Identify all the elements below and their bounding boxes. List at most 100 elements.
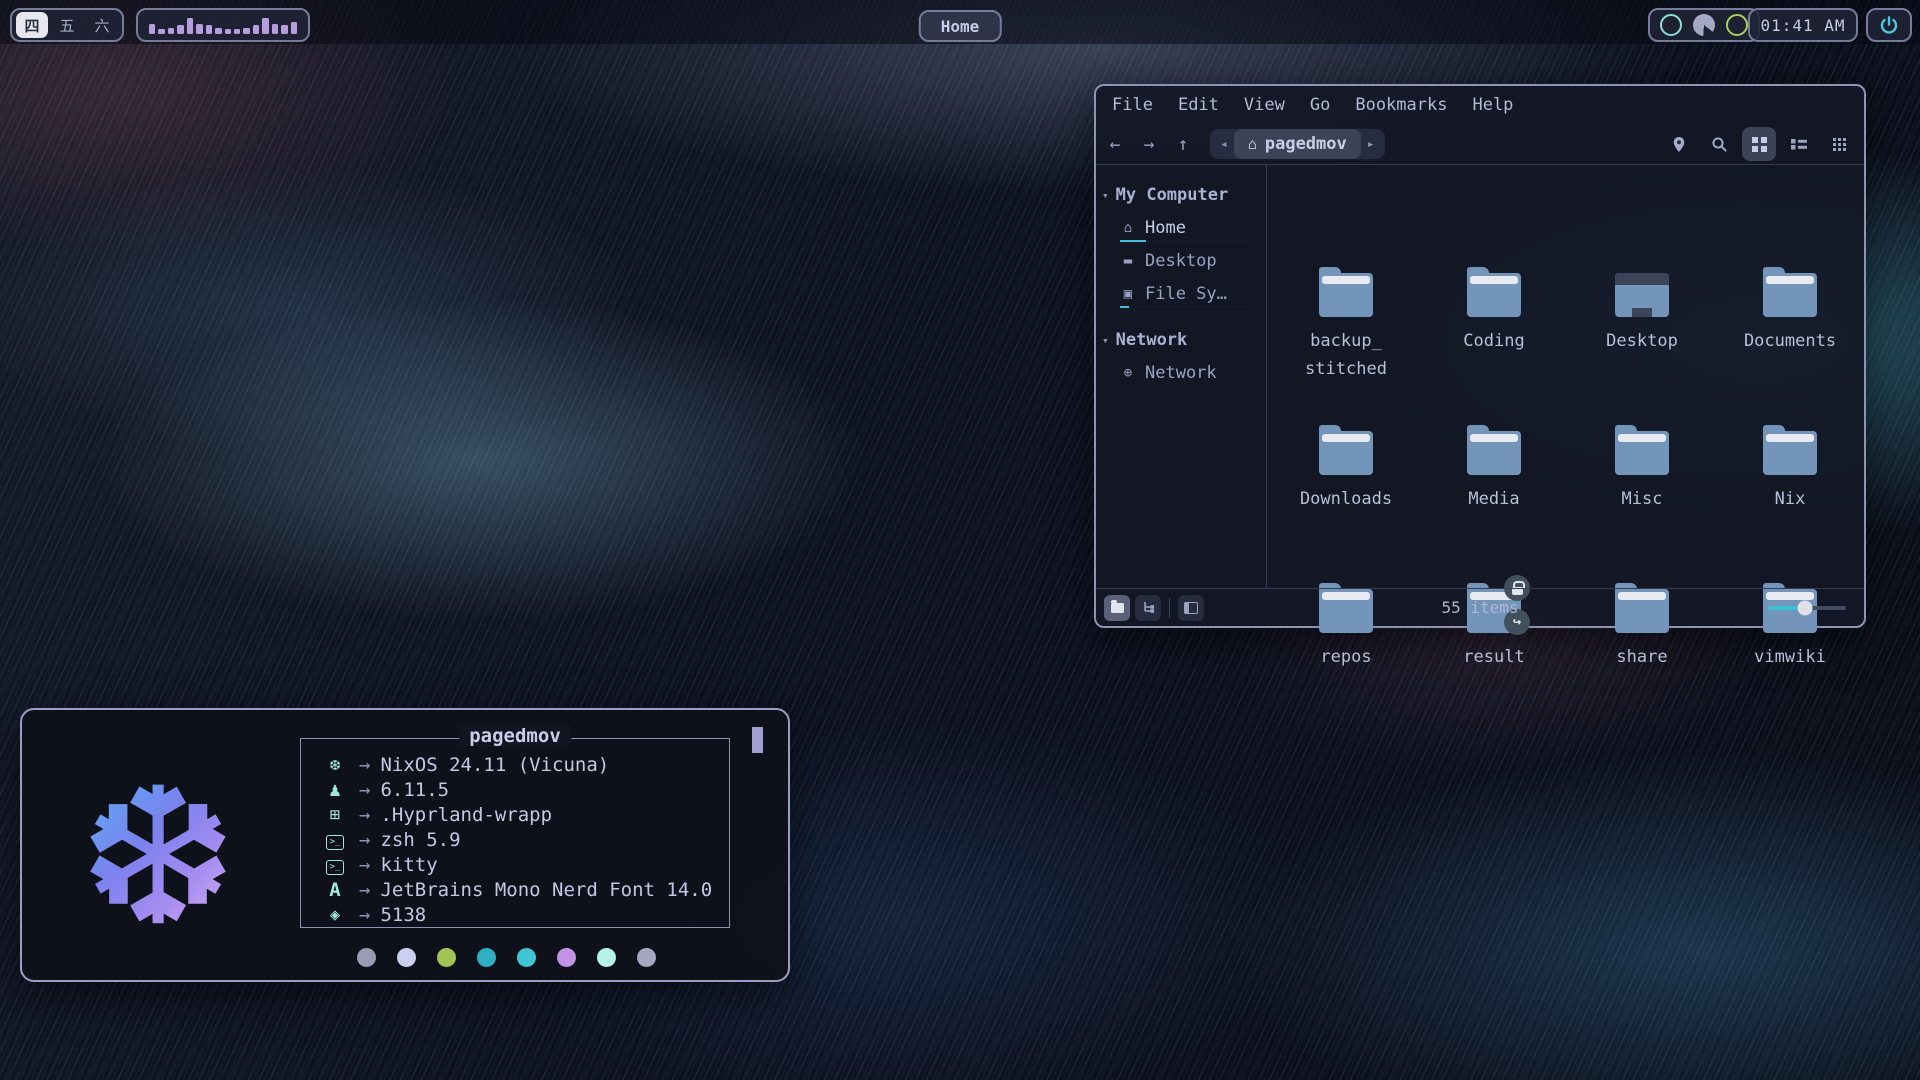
file-item-label: Documents — [1744, 327, 1836, 355]
sidebar-section-label: My Computer — [1116, 185, 1229, 205]
search-button[interactable] — [1702, 127, 1736, 161]
list-view-button[interactable] — [1782, 127, 1816, 161]
terminal-window[interactable]: ❆ pagedmov → NixOS 24.11 (Vicuna) → 6.11… — [20, 708, 790, 982]
arrow-icon: → — [359, 829, 370, 851]
file-item-documents[interactable]: Documents — [1716, 249, 1864, 407]
sidebar-item-label: File Sy… — [1145, 284, 1227, 304]
sidebar-item-desktop[interactable]: ▬ Desktop — [1096, 244, 1266, 277]
file-item-label: vimwiki — [1754, 643, 1826, 671]
clock[interactable]: 01:41 AM — [1748, 8, 1858, 42]
fastfetch-row-wm: → .Hyprland-wrapp — [321, 802, 729, 827]
sidebar-item-label: Network — [1145, 363, 1217, 383]
top-status-bar: 四 五 六 Home 01:41 AM — [0, 0, 1920, 44]
packages-value: 5138 — [380, 904, 426, 926]
visualizer-bar — [253, 25, 259, 34]
grid-view-icon — [1752, 137, 1758, 143]
collapse-triangle-icon[interactable]: ▾ — [1102, 189, 1109, 202]
sidebar-item-label: Desktop — [1145, 251, 1217, 271]
file-item-misc[interactable]: Misc — [1568, 407, 1716, 565]
breadcrumb-location-label: pagedmov — [1265, 134, 1347, 154]
fastfetch-row-kernel: → 6.11.5 — [321, 777, 729, 802]
file-item-desktop[interactable]: Desktop — [1568, 249, 1716, 407]
grid-view-button[interactable] — [1742, 127, 1776, 161]
visualizer-bar — [272, 24, 278, 34]
file-item-backup-stitched[interactable]: backup_ stitched — [1272, 249, 1420, 407]
visualizer-bar — [215, 28, 221, 34]
visualizer-bar — [243, 28, 249, 34]
hard-drive-icon: ▣ — [1120, 286, 1136, 302]
up-button[interactable]: ↑ — [1168, 129, 1198, 159]
list-view-icon — [1791, 137, 1807, 151]
arrow-icon: → — [359, 904, 370, 926]
palette-dot — [597, 948, 616, 967]
shell-value: zsh 5.9 — [380, 829, 460, 851]
home-icon: ⌂ — [1120, 220, 1136, 236]
sidebar-item-network[interactable]: ⊕ Network — [1096, 356, 1266, 389]
folder-icon — [1466, 421, 1522, 477]
terminal-value: kitty — [380, 854, 437, 876]
breadcrumb-location-button[interactable]: ⌂ pagedmov — [1234, 129, 1361, 159]
packages-icon — [321, 905, 349, 925]
sidebar-section-my-computer[interactable]: ▾ My Computer — [1096, 179, 1266, 211]
tray-ring-teal-icon[interactable] — [1660, 14, 1682, 36]
file-item-label: backup_ stitched — [1305, 327, 1387, 383]
arrow-icon: → — [359, 779, 370, 801]
workspace-6[interactable]: 六 — [86, 12, 118, 38]
file-item-label: result — [1463, 643, 1524, 671]
tray-pie-indicator-icon[interactable] — [1693, 14, 1715, 36]
fastfetch-row-shell: → zsh 5.9 — [321, 827, 729, 852]
file-item-label: Misc — [1622, 485, 1663, 513]
zoom-slider-knob[interactable] — [1798, 600, 1813, 615]
tray-ring-green-icon[interactable] — [1726, 14, 1748, 36]
file-item-media[interactable]: Media — [1420, 407, 1568, 565]
menu-view[interactable]: View — [1238, 93, 1291, 117]
visualizer-bar — [149, 24, 155, 34]
fastfetch-row-font: → JetBrains Mono Nerd Font 14.0 — [321, 877, 729, 902]
nixos-snowflake-icon — [321, 755, 349, 775]
folder-icon — [1614, 421, 1670, 477]
forward-button[interactable]: → — [1134, 129, 1164, 159]
sidebar-item-label: Home — [1145, 218, 1186, 238]
terminal-cursor — [752, 727, 763, 753]
palette-dot — [557, 948, 576, 967]
collapse-triangle-icon[interactable]: ▾ — [1102, 334, 1109, 347]
menubar: File Edit View Go Bookmarks Help — [1096, 86, 1864, 124]
nixos-snowflake-icon: ❆ — [87, 736, 228, 952]
zoom-slider[interactable] — [1768, 606, 1846, 610]
visualizer-bar — [262, 18, 268, 34]
sidebar-item-home[interactable]: ⌂ Home — [1096, 211, 1266, 244]
sidebar-section-network[interactable]: ▾ Network — [1096, 324, 1266, 356]
power-button[interactable] — [1866, 8, 1912, 42]
file-grid: backup_ stitched Coding Desktop Document… — [1272, 249, 1864, 723]
file-item-coding[interactable]: Coding — [1420, 249, 1568, 407]
back-button[interactable]: ← — [1100, 129, 1130, 159]
terminal-app-icon — [321, 854, 349, 875]
menu-bookmarks[interactable]: Bookmarks — [1349, 93, 1453, 117]
menu-go[interactable]: Go — [1304, 93, 1336, 117]
visualizer-bar — [281, 25, 287, 34]
palette-dot — [637, 948, 656, 967]
menu-file[interactable]: File — [1106, 93, 1159, 117]
nixos-logo: ❆ — [50, 736, 266, 952]
file-item-downloads[interactable]: Downloads — [1272, 407, 1420, 565]
file-item-label: share — [1616, 643, 1667, 671]
breadcrumb-left-icon[interactable]: ◂ — [1214, 137, 1234, 152]
wm-value: .Hyprland-wrapp — [380, 804, 552, 826]
palette-dot — [397, 948, 416, 967]
fastfetch-box: pagedmov → NixOS 24.11 (Vicuna) → 6.11.5… — [300, 738, 730, 928]
menu-edit[interactable]: Edit — [1172, 93, 1225, 117]
workspace-5[interactable]: 五 — [51, 12, 83, 38]
arrow-icon: → — [359, 754, 370, 776]
arrow-icon: → — [359, 854, 370, 876]
menu-help[interactable]: Help — [1466, 93, 1519, 117]
desktop-icon: ▬ — [1120, 253, 1136, 269]
toolbar-right — [1662, 124, 1856, 164]
file-item-nix[interactable]: Nix — [1716, 407, 1864, 565]
workspace-4[interactable]: 四 — [16, 12, 48, 38]
compact-view-button[interactable] — [1822, 127, 1856, 161]
location-pin-button[interactable] — [1662, 127, 1696, 161]
statusbar: 55 items — [1096, 588, 1864, 626]
breadcrumb-right-icon[interactable]: ▸ — [1361, 137, 1381, 152]
sidebar-item-file-system[interactable]: ▣ File Sy… — [1096, 277, 1266, 310]
item-count: 55 items — [1096, 598, 1864, 617]
